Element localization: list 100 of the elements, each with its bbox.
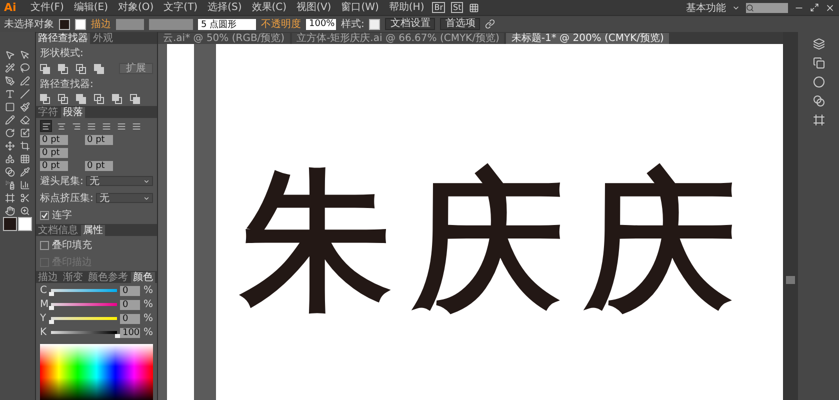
slider-thumb[interactable] bbox=[49, 306, 54, 310]
pages-icon[interactable] bbox=[812, 57, 824, 69]
spacing-field[interactable]: 0 pt bbox=[40, 161, 68, 171]
panel-tab[interactable]: 颜色参考 bbox=[86, 272, 130, 283]
value-field[interactable]: 0 bbox=[120, 286, 140, 296]
menu-item[interactable]: 效果(C) bbox=[250, 1, 289, 14]
color-spectrum[interactable] bbox=[40, 344, 153, 400]
pencil-icon[interactable] bbox=[4, 114, 15, 124]
workspace-switcher[interactable]: 基本功能 bbox=[686, 0, 726, 14]
document-tab[interactable]: 云.ai* @ 50% (RGB/预览) bbox=[158, 33, 290, 44]
panel-tab[interactable]: 字符 bbox=[36, 107, 60, 118]
cursor-arrow-icon[interactable] bbox=[20, 50, 30, 60]
square-icon[interactable] bbox=[4, 102, 15, 112]
panel-tab[interactable]: 描边 bbox=[36, 272, 60, 283]
stroke-swatch[interactable] bbox=[75, 18, 86, 30]
stroke-weight-field[interactable] bbox=[116, 18, 144, 30]
align-button[interactable] bbox=[40, 120, 52, 132]
scroll-thumb[interactable] bbox=[786, 276, 795, 284]
scale-icon[interactable] bbox=[20, 128, 30, 138]
menu-item[interactable]: 选择(S) bbox=[206, 1, 244, 14]
checkbox[interactable] bbox=[40, 240, 49, 250]
layers-icon[interactable] bbox=[812, 38, 824, 50]
bridge-button[interactable]: Br bbox=[432, 2, 446, 13]
menu-item[interactable]: 文件(F) bbox=[28, 1, 66, 14]
crop-icon[interactable] bbox=[20, 140, 30, 150]
rotate-icon[interactable] bbox=[4, 128, 15, 138]
menu-item[interactable]: 编辑(E) bbox=[72, 1, 110, 14]
unit-label: % bbox=[143, 327, 153, 338]
bar-chart-icon[interactable] bbox=[20, 180, 30, 190]
hand-icon[interactable] bbox=[4, 206, 15, 216]
stock-button[interactable]: St bbox=[451, 2, 464, 13]
shapes-icon[interactable] bbox=[4, 154, 15, 164]
cursor-arrow-icon[interactable] bbox=[4, 50, 15, 60]
unit-label: % bbox=[143, 313, 153, 324]
variable-width-dropdown[interactable] bbox=[149, 18, 193, 30]
toolbar-button[interactable]: 首选项 bbox=[440, 18, 480, 30]
grid-icon[interactable] bbox=[20, 154, 30, 164]
zoom-icon[interactable] bbox=[20, 206, 30, 216]
eraser-icon[interactable] bbox=[20, 114, 30, 124]
checkbox[interactable] bbox=[40, 210, 49, 220]
text-icon[interactable] bbox=[4, 88, 15, 98]
stroke-swatch[interactable] bbox=[18, 216, 32, 230]
scrollbar[interactable] bbox=[783, 32, 798, 400]
pen-icon[interactable] bbox=[20, 76, 30, 86]
align-justify-icon bbox=[102, 122, 110, 130]
dropdown[interactable]: 无 bbox=[86, 176, 153, 186]
menu-item[interactable]: 对象(O) bbox=[116, 1, 156, 14]
slider-thumb[interactable] bbox=[49, 320, 54, 324]
stroke-link[interactable]: 描边 bbox=[91, 17, 111, 31]
menu-item[interactable]: 文字(T) bbox=[162, 1, 200, 14]
document-tab[interactable]: 未标题-1* @ 200% (CMYK/预览) bbox=[506, 33, 669, 44]
value-field[interactable]: 0 bbox=[120, 300, 140, 310]
search-field[interactable] bbox=[746, 2, 788, 12]
indent-field[interactable]: 0 pt bbox=[85, 135, 113, 145]
paintbrush-icon[interactable] bbox=[20, 102, 30, 112]
style-swatch[interactable] bbox=[369, 18, 380, 30]
panel-tab[interactable]: 外观 bbox=[91, 33, 115, 44]
pen-icon[interactable] bbox=[4, 76, 15, 86]
line-icon[interactable] bbox=[20, 88, 30, 98]
document-tab[interactable]: 立方体-矩形庆庆.ai @ 66.67% (CMYK/预览) bbox=[292, 33, 504, 44]
magic-wand-icon[interactable] bbox=[4, 62, 15, 72]
align-center-icon bbox=[56, 122, 66, 130]
pipette-icon[interactable] bbox=[20, 166, 30, 176]
close-icon[interactable] bbox=[825, 2, 835, 12]
blend-icon[interactable] bbox=[812, 95, 824, 107]
align-left-icon bbox=[42, 122, 50, 130]
blend-icon[interactable] bbox=[4, 166, 15, 176]
panel-tab[interactable]: 文档信息 bbox=[36, 225, 80, 236]
align-justify-icon bbox=[86, 122, 96, 130]
style-label: 样式: bbox=[341, 18, 364, 31]
value-field[interactable]: 100 bbox=[120, 328, 140, 338]
link-icon[interactable] bbox=[485, 19, 496, 29]
dropdown[interactable]: 无 bbox=[96, 193, 153, 203]
maximize-icon[interactable] bbox=[810, 3, 819, 12]
slider-thumb[interactable] bbox=[49, 292, 54, 296]
opacity-field[interactable]: 100% bbox=[306, 18, 336, 30]
lasso-icon[interactable] bbox=[20, 62, 30, 72]
panel-tab[interactable]: 渐变 bbox=[61, 272, 85, 283]
spacing-field[interactable]: 0 pt bbox=[85, 161, 113, 171]
toolbar-button[interactable]: 文档设置 bbox=[385, 18, 436, 30]
panel-tab[interactable]: 路径查找器 bbox=[36, 33, 90, 44]
layout-grid-icon[interactable] bbox=[469, 2, 480, 12]
slider-thumb[interactable] bbox=[115, 334, 120, 338]
circle-icon[interactable] bbox=[812, 76, 824, 88]
panel-tab[interactable]: 颜色 bbox=[131, 272, 155, 283]
indent-field[interactable]: 0 pt bbox=[40, 135, 68, 145]
menu-item[interactable]: 视图(V) bbox=[294, 1, 334, 14]
brush-dropdown[interactable]: 5 点圆形 bbox=[198, 18, 256, 30]
value-field[interactable]: 0 bbox=[120, 314, 140, 324]
scissors-icon[interactable] bbox=[20, 192, 30, 202]
opacity-link[interactable]: 不透明度 bbox=[261, 17, 301, 31]
move-icon[interactable] bbox=[4, 140, 15, 150]
menu-item[interactable]: 窗口(W) bbox=[339, 1, 381, 14]
panel-tab[interactable]: 属性 bbox=[81, 225, 105, 236]
fill-swatch[interactable] bbox=[2, 216, 17, 230]
menu-item[interactable]: 帮助(H) bbox=[386, 1, 426, 14]
panel-tab[interactable]: 段落 bbox=[61, 107, 85, 118]
indent-field[interactable]: 0 pt bbox=[40, 148, 68, 158]
fill-swatch[interactable] bbox=[59, 18, 70, 30]
app-logo: Ai bbox=[4, 1, 16, 14]
